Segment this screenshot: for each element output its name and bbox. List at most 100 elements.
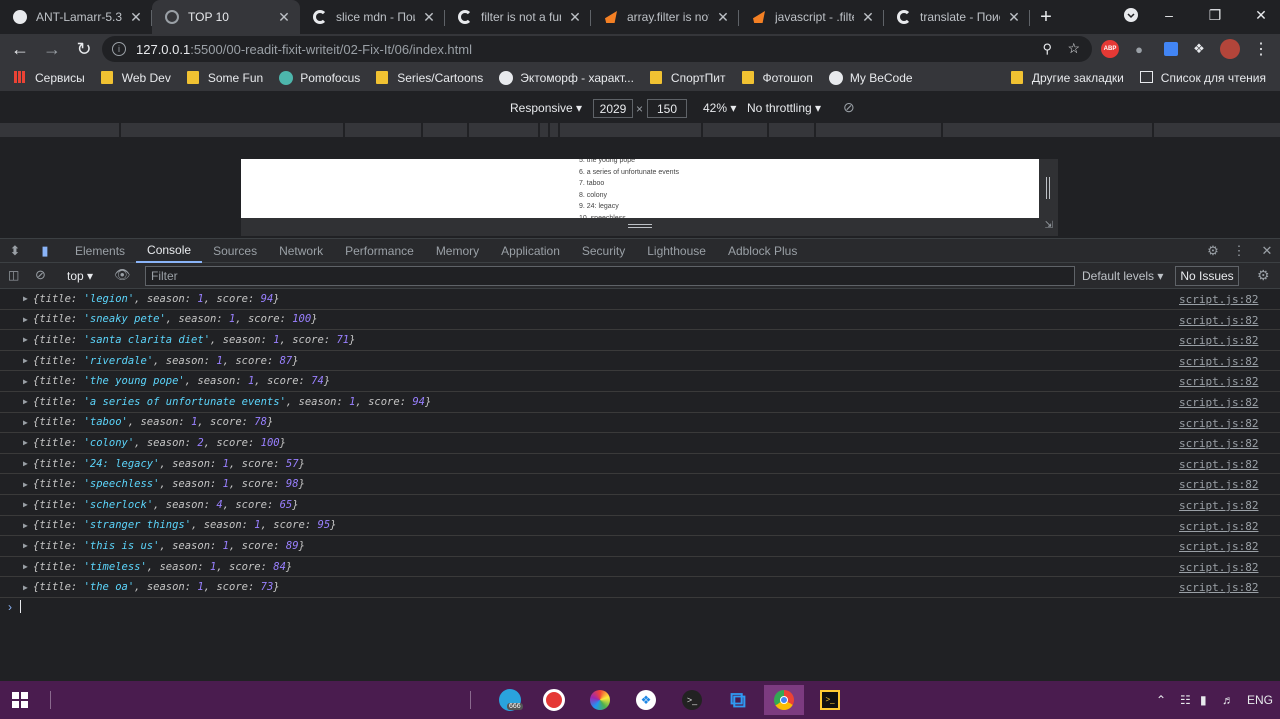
throttling-select[interactable]: No throttling ▾	[747, 101, 821, 115]
bookmark-item[interactable]: Series/Cartoons	[368, 70, 491, 85]
console-log-row[interactable]: ▶ {title: 'riverdale', season: 1, score: …	[0, 351, 1280, 372]
forward-button[interactable]: →	[36, 35, 68, 63]
tab-close-icon[interactable]: ✕	[567, 9, 583, 26]
back-button[interactable]: ←	[4, 35, 36, 63]
console-log-row[interactable]: ▶ {title: 'taboo', season: 1, score: 78} s…	[0, 413, 1280, 434]
devtools-tab-lighthouse[interactable]: Lighthouse	[636, 239, 717, 263]
adblock-plus-icon[interactable]: ABP	[1097, 36, 1123, 62]
log-source-link[interactable]: script.js:82	[1179, 417, 1258, 430]
bookmark-item[interactable]: Some Fun	[179, 70, 271, 85]
console-log-row[interactable]: ▶ {title: 'santa clarita diet', season: 1…	[0, 330, 1280, 351]
tab-close-icon[interactable]: ✕	[860, 9, 876, 26]
browser-tab[interactable]: TOP 10 ✕	[152, 0, 300, 34]
log-source-link[interactable]: script.js:82	[1179, 334, 1258, 347]
browser-tab[interactable]: ANT-Lamarr-5.34 ✕	[0, 0, 152, 34]
dropbox-icon[interactable]: ❖	[626, 685, 666, 715]
context-select[interactable]: top ▾	[67, 269, 93, 283]
log-levels-select[interactable]: Default levels ▾	[1082, 269, 1163, 283]
console-log-row[interactable]: ▶ {title: 'this is us', season: 1, score:…	[0, 536, 1280, 557]
devtools-tab-elements[interactable]: Elements	[64, 239, 136, 263]
device-mode-select[interactable]: Responsive ▾	[510, 101, 582, 115]
expand-triangle-icon[interactable]: ▶	[23, 562, 33, 571]
device-height-input[interactable]: 150	[647, 99, 687, 118]
tab-close-icon[interactable]: ✕	[1006, 9, 1022, 26]
star-icon[interactable]: ☆	[1067, 40, 1080, 57]
console-settings-gear-icon[interactable]: ⚙	[1257, 267, 1270, 284]
bookmark-item[interactable]: Другие закладки	[1003, 70, 1132, 85]
reload-button[interactable]: ↻	[68, 35, 100, 63]
log-source-link[interactable]: script.js:82	[1179, 355, 1258, 368]
console-log-row[interactable]: ▶ {title: 'the oa', season: 1, score: 73}…	[0, 577, 1280, 598]
new-tab-button[interactable]: +	[1030, 0, 1062, 34]
log-source-link[interactable]: script.js:82	[1179, 375, 1258, 388]
expand-triangle-icon[interactable]: ▶	[23, 459, 33, 468]
inspect-icon[interactable]: ⬍	[0, 239, 30, 263]
tab-close-icon[interactable]: ✕	[421, 9, 437, 26]
expand-triangle-icon[interactable]: ▶	[23, 438, 33, 447]
log-source-link[interactable]: script.js:82	[1179, 499, 1258, 512]
resize-corner-icon[interactable]: ⇲	[1045, 220, 1053, 231]
tray-expand-icon[interactable]: ⌃	[1156, 693, 1166, 707]
close-window-button[interactable]: ✕	[1238, 0, 1280, 30]
tab-close-icon[interactable]: ✕	[715, 9, 731, 26]
puzzle-icon[interactable]: ❖	[1186, 36, 1212, 62]
devtools-tab-console[interactable]: Console	[136, 239, 203, 263]
chrome-icon[interactable]	[764, 685, 804, 715]
expand-triangle-icon[interactable]: ▶	[23, 500, 33, 509]
terminal-icon[interactable]: >_	[672, 685, 712, 715]
console-log-row[interactable]: ▶ {title: 'the young pope', season: 1, sc…	[0, 371, 1280, 392]
devtools-tab-performance[interactable]: Performance	[334, 239, 425, 263]
bookmark-item[interactable]: Список для чтения	[1132, 70, 1274, 85]
device-width-input[interactable]: 2029	[593, 99, 633, 118]
language-indicator[interactable]: ENG	[1247, 693, 1273, 707]
avatar[interactable]	[1217, 36, 1243, 62]
bookmark-item[interactable]: СпортПит	[642, 70, 734, 85]
media-query-bar[interactable]	[0, 123, 1280, 137]
browser-tab[interactable]: filter is not a function ✕	[445, 0, 591, 34]
expand-triangle-icon[interactable]: ▶	[23, 294, 33, 303]
expand-triangle-icon[interactable]: ▶	[23, 541, 33, 550]
console-output[interactable]: ▶ {title: 'legion', season: 1, score: 94}…	[0, 289, 1280, 681]
close-devtools-icon[interactable]: ✕	[1252, 239, 1280, 263]
restore-button[interactable]: ❐	[1192, 0, 1238, 30]
console-log-row[interactable]: ▶ {title: '24: legacy', season: 1, score:…	[0, 454, 1280, 475]
devtools-tab-adblock-plus[interactable]: Adblock Plus	[717, 239, 808, 263]
expand-triangle-icon[interactable]: ▶	[23, 397, 33, 406]
vscode-icon[interactable]: ⧉	[718, 685, 758, 715]
browser-tab[interactable]: array.filter is not a ✕	[591, 0, 739, 34]
info-icon[interactable]: i	[112, 42, 126, 56]
zoom-select[interactable]: 42% ▾	[703, 101, 736, 115]
tab-close-icon[interactable]: ✕	[128, 9, 144, 26]
browser-tab[interactable]: slice mdn - Поисковой ✕	[300, 0, 445, 34]
console-log-row[interactable]: ▶ {title: 'timeless', season: 1, score: 8…	[0, 557, 1280, 578]
devtools-tab-memory[interactable]: Memory	[425, 239, 490, 263]
log-source-link[interactable]: script.js:82	[1179, 581, 1258, 594]
issues-button[interactable]: No Issues	[1175, 266, 1239, 286]
color-app-icon[interactable]	[580, 685, 620, 715]
expand-triangle-icon[interactable]: ▶	[23, 418, 33, 427]
bookmark-item[interactable]: My BeCode	[821, 70, 921, 85]
devtools-tab-application[interactable]: Application	[490, 239, 571, 263]
console-filter-input[interactable]: Filter	[145, 266, 1075, 286]
log-source-link[interactable]: script.js:82	[1179, 293, 1258, 306]
page-preview[interactable]: 5. the young pope 6. a series of unfortun…	[241, 159, 1039, 218]
minimize-button[interactable]: –	[1146, 0, 1192, 30]
devtools-tab-sources[interactable]: Sources	[202, 239, 268, 263]
expand-triangle-icon[interactable]: ▶	[23, 315, 33, 324]
log-source-link[interactable]: script.js:82	[1179, 458, 1258, 471]
console-log-row[interactable]: ▶ {title: 'legion', season: 1, score: 94}…	[0, 289, 1280, 310]
tab-close-icon[interactable]: ✕	[276, 9, 292, 26]
device-toggle-icon[interactable]: ▮	[30, 239, 60, 263]
bookmark-item[interactable]: Фотошоп	[734, 70, 821, 85]
address-bar[interactable]: i 127.0.0.1:5500/00-readit-fixit-writeit…	[102, 36, 1092, 62]
log-source-link[interactable]: script.js:82	[1179, 396, 1258, 409]
resize-handle-bottom[interactable]: ⇲	[241, 218, 1053, 236]
zoom-icon[interactable]: ⚲	[1042, 41, 1052, 57]
console-log-row[interactable]: ▶ {title: 'a series of unfortunate events…	[0, 392, 1280, 413]
extension-icon[interactable]: ●	[1126, 36, 1152, 62]
console-log-row[interactable]: ▶ {title: 'scherlock', season: 4, score: …	[0, 495, 1280, 516]
log-source-link[interactable]: script.js:82	[1179, 437, 1258, 450]
telegram-icon[interactable]: 666	[490, 685, 530, 715]
translate-extension-icon[interactable]	[1158, 36, 1184, 62]
battery-icon[interactable]: ▮	[1200, 693, 1207, 707]
